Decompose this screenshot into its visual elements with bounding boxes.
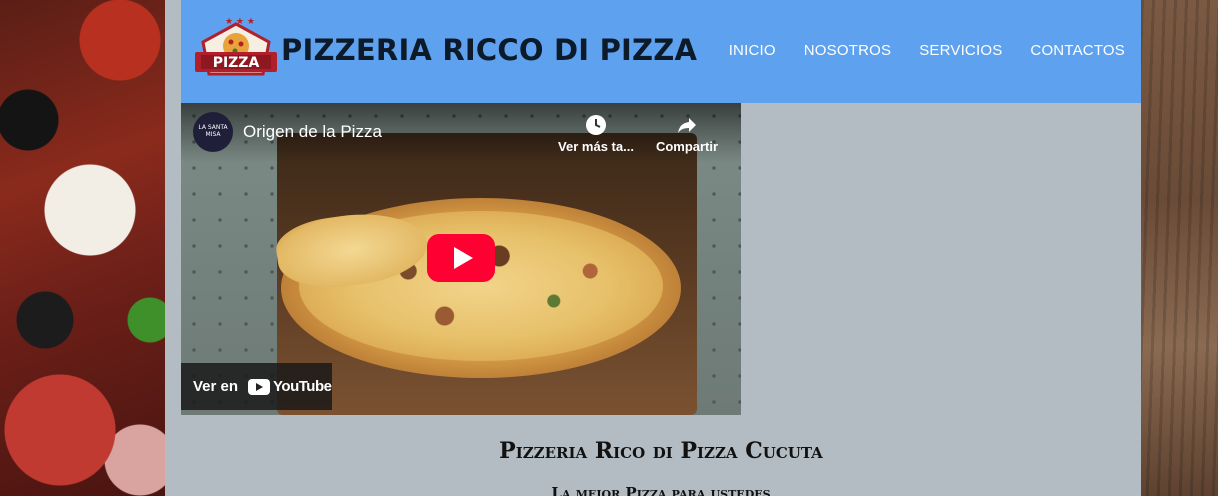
- site-title[interactable]: PIZZERIA RICCO DI PIZZA: [281, 33, 697, 67]
- play-icon: [453, 247, 473, 269]
- page-subheading: La mejor Pizza para ustedes: [551, 484, 771, 496]
- share-icon: [642, 113, 732, 139]
- nav-item-contactos[interactable]: CONTACTOS: [1030, 42, 1125, 59]
- watch-on-label: Ver en: [193, 378, 239, 395]
- logo-text: PIZZA: [213, 55, 260, 71]
- main-nav: INICIO NOSOTROS SERVICIOS CONTACTOS: [729, 42, 1125, 59]
- watch-later-label: Ver más ta...: [558, 139, 634, 154]
- youtube-logo-icon: [248, 378, 271, 395]
- watch-on-youtube-button[interactable]: Ver en YouTube: [181, 363, 332, 410]
- share-label: Compartir: [655, 139, 719, 154]
- youtube-logo: YouTube: [248, 378, 332, 395]
- left-background-image: [0, 0, 165, 496]
- pizza-logo-icon[interactable]: ★ ★ ★ PIZZA: [193, 16, 279, 82]
- nav-item-inicio[interactable]: INICIO: [729, 42, 776, 59]
- right-background-image: [1141, 0, 1218, 496]
- video-title[interactable]: Origen de la Pizza: [243, 122, 382, 142]
- site-header: ★ ★ ★ PIZZA PIZZERIA RICCO DI PIZZA INIC…: [181, 0, 1141, 103]
- nav-item-servicios[interactable]: SERVICIOS: [919, 42, 1002, 59]
- youtube-video-embed[interactable]: LA SANTA MISA Origen de la Pizza Ver más…: [181, 103, 741, 415]
- share-button[interactable]: Compartir: [642, 113, 732, 154]
- page-container: ★ ★ ★ PIZZA PIZZERIA RICCO DI PIZZA INIC…: [165, 0, 1141, 496]
- youtube-label: YouTube: [273, 378, 332, 395]
- page-heading: Pizzeria Rico di Pizza Cucuta: [499, 438, 823, 464]
- watch-later-button[interactable]: Ver más ta...: [551, 113, 641, 154]
- clock-icon: [551, 113, 641, 139]
- channel-avatar[interactable]: LA SANTA MISA: [193, 112, 233, 152]
- play-button[interactable]: [427, 234, 495, 282]
- nav-item-nosotros[interactable]: NOSOTROS: [804, 42, 891, 59]
